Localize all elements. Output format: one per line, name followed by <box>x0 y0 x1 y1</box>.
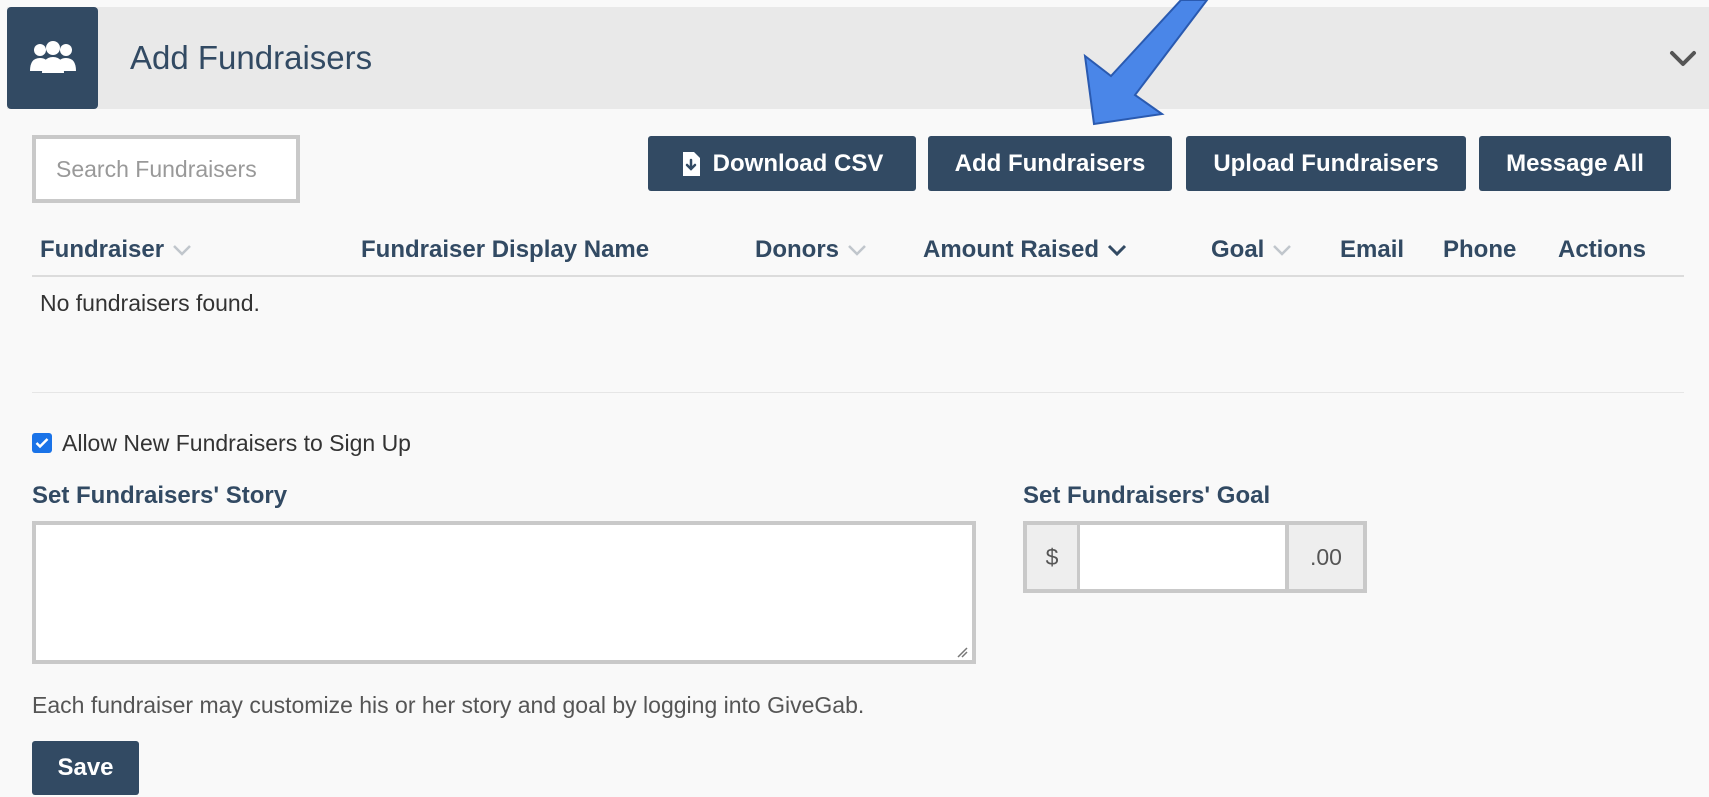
section-title: Add Fundraisers <box>130 39 373 76</box>
add-fundraisers-label: Add Fundraisers <box>954 149 1146 177</box>
allow-signup-label: Allow New Fundraisers to Sign Up <box>62 429 411 456</box>
users-icon <box>7 7 98 109</box>
checkmark-icon <box>35 438 49 449</box>
search-input[interactable] <box>32 135 300 203</box>
upload-fundraisers-label: Upload Fundraisers <box>1213 149 1439 177</box>
story-label: Set Fundraisers' Story <box>32 482 288 509</box>
goal-amount-input[interactable] <box>1080 521 1286 593</box>
annotation-arrow <box>1083 0 1209 126</box>
download-csv-button[interactable]: Download CSV <box>648 136 916 191</box>
goal-cents-suffix: .00 <box>1285 521 1367 593</box>
message-all-label: Message All <box>1506 149 1644 177</box>
column-header-fundraiser[interactable]: Fundraiser <box>40 236 192 264</box>
column-header-donors[interactable]: Donors <box>755 236 867 264</box>
column-label: Fundraiser <box>40 236 165 263</box>
chevron-down-icon <box>1273 245 1292 256</box>
chevron-down-icon <box>1107 244 1127 256</box>
chevron-down-icon <box>173 245 191 256</box>
save-button[interactable]: Save <box>32 741 139 795</box>
message-all-button[interactable]: Message All <box>1479 136 1671 191</box>
column-label: Email <box>1340 236 1405 263</box>
column-header-phone: Phone <box>1443 236 1516 264</box>
goal-currency-prefix: $ <box>1023 521 1081 593</box>
allow-signup-checkbox[interactable] <box>32 433 52 453</box>
column-label: Amount Raised <box>923 236 1100 263</box>
section-divider <box>32 392 1684 393</box>
empty-table-message: No fundraisers found. <box>40 290 260 316</box>
column-label: Goal <box>1211 236 1265 263</box>
allow-signup-row[interactable]: Allow New Fundraisers to Sign Up <box>32 428 411 458</box>
chevron-down-icon <box>848 245 866 256</box>
file-download-icon <box>681 151 701 177</box>
column-header-amount-raised[interactable]: Amount Raised <box>923 236 1127 264</box>
resize-handle-icon[interactable] <box>956 646 968 658</box>
column-header-email: Email <box>1340 236 1404 264</box>
column-header-actions: Actions <box>1558 236 1646 264</box>
upload-fundraisers-button[interactable]: Upload Fundraisers <box>1186 136 1466 191</box>
add-fundraisers-button[interactable]: Add Fundraisers <box>928 136 1172 191</box>
chevron-down-icon[interactable] <box>1665 41 1701 77</box>
goal-label: Set Fundraisers' Goal <box>1023 482 1271 509</box>
column-label: Fundraiser Display Name <box>361 236 650 263</box>
section-header[interactable]: Add Fundraisers <box>7 7 1709 109</box>
column-header-goal[interactable]: Goal <box>1211 236 1292 264</box>
column-header-display-name: Fundraiser Display Name <box>361 236 649 264</box>
help-text: Each fundraiser may customize his or her… <box>32 692 865 718</box>
column-label: Donors <box>755 236 839 263</box>
column-label: Actions <box>1558 236 1647 263</box>
column-label: Phone <box>1443 236 1517 263</box>
download-csv-label: Download CSV <box>712 149 884 177</box>
table-divider <box>32 275 1684 277</box>
story-textarea[interactable] <box>32 521 976 664</box>
